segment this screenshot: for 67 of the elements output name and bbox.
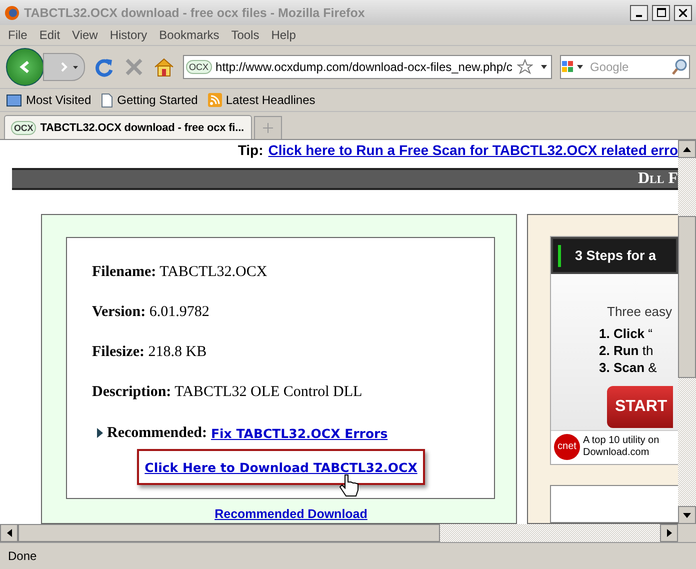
ad-header: 3 Steps for a <box>551 237 678 274</box>
menu-item[interactable]: View <box>68 28 106 42</box>
scrollbar-thumb[interactable] <box>678 216 696 378</box>
download-link[interactable]: Click Here to Download TABCTL32.OCX <box>137 449 425 485</box>
page-icon <box>101 92 114 108</box>
reload-icon[interactable] <box>93 56 115 78</box>
file-info-field: Version: 6.01.9782 <box>92 304 494 322</box>
menu-item[interactable]: History <box>106 28 156 42</box>
scroll-up-button[interactable] <box>678 140 696 158</box>
recommended-label: Recommended: <box>107 424 207 442</box>
ad-step: 3. Scan & <box>599 359 678 376</box>
star-icon[interactable] <box>517 59 533 75</box>
ad-intro: Three easy <box>607 304 672 319</box>
search-icon[interactable] <box>671 58 689 76</box>
menu-item[interactable]: Help <box>267 28 304 42</box>
close-button[interactable] <box>674 4 692 20</box>
feed-icon <box>208 93 222 107</box>
browser-tab[interactable]: OCX TABCTL32.OCX download - free ocx fi... <box>4 115 252 139</box>
cnet-logo: cnet <box>554 434 580 460</box>
scroll-down-button[interactable] <box>678 506 696 524</box>
left-arrow-icon <box>6 529 12 537</box>
search-field[interactable]: Google <box>560 55 690 79</box>
right-arrow-icon <box>666 529 672 537</box>
back-button[interactable] <box>6 48 44 86</box>
scroll-right-button[interactable] <box>660 524 678 542</box>
close-icon <box>679 8 687 16</box>
site-badge: OCX <box>186 60 212 74</box>
file-info-field: Description: TABCTL32 OLE Control DLL <box>92 384 494 402</box>
menu-item[interactable]: Bookmarks <box>155 28 228 42</box>
bookmark-item[interactable]: Latest Headlines <box>208 93 316 107</box>
bullet-arrow-icon <box>97 428 103 438</box>
maximize-icon <box>656 8 666 17</box>
site-banner: Dll F <box>12 168 678 190</box>
minimize-button[interactable] <box>630 4 648 20</box>
tip-link[interactable]: Click here to Run a Free Scan for TABCTL32.OCX related erro <box>268 142 678 158</box>
recommended-download-link[interactable]: Recommended Download <box>214 507 368 521</box>
scrollbar-thumb[interactable] <box>18 524 440 542</box>
home-icon[interactable] <box>153 56 175 78</box>
down-arrow-icon <box>683 512 691 518</box>
forward-arrow-icon <box>60 62 80 72</box>
address-field[interactable]: OCX http://www.ocxdump.com/download-ocx-files_new.php/c <box>183 55 552 79</box>
file-info-field: Filename: TABCTL32.OCX <box>92 264 494 282</box>
start-button[interactable]: START <box>607 386 674 428</box>
scroll-left-button[interactable] <box>0 524 18 542</box>
site-badge: OCX <box>11 120 36 134</box>
ad-step: 2. Run th <box>599 342 678 359</box>
ad-footer-text: A top 10 utility on Download.com <box>583 435 660 460</box>
plus-icon <box>263 123 273 133</box>
status-text: Done <box>0 542 696 569</box>
file-info-field: Filesize: 218.8 KB <box>92 344 494 362</box>
tip-label: Tip: <box>238 142 264 158</box>
search-engine-icon[interactable] <box>561 59 585 75</box>
folder-icon <box>6 93 22 107</box>
browser-logo-icon <box>4 4 20 20</box>
menu-item[interactable]: Edit <box>35 28 68 42</box>
bookmark-item[interactable]: Getting Started <box>101 92 198 108</box>
ad-step: 1. Click “ <box>599 325 678 342</box>
up-arrow-icon <box>683 146 691 152</box>
window-title: TABCTL32.OCX download - free ocx files - Mozilla Firefox <box>24 6 366 20</box>
fix-errors-link[interactable]: Fix TABCTL32.OCX Errors <box>210 426 388 440</box>
horizontal-scrollbar[interactable] <box>0 524 678 542</box>
menu-item[interactable]: File <box>4 28 36 42</box>
menu-item[interactable]: Tools <box>227 28 268 42</box>
bookmark-item[interactable]: Most Visited <box>6 93 92 107</box>
vertical-scrollbar[interactable] <box>678 140 696 524</box>
minimize-icon <box>636 14 642 16</box>
maximize-button[interactable] <box>652 4 670 20</box>
